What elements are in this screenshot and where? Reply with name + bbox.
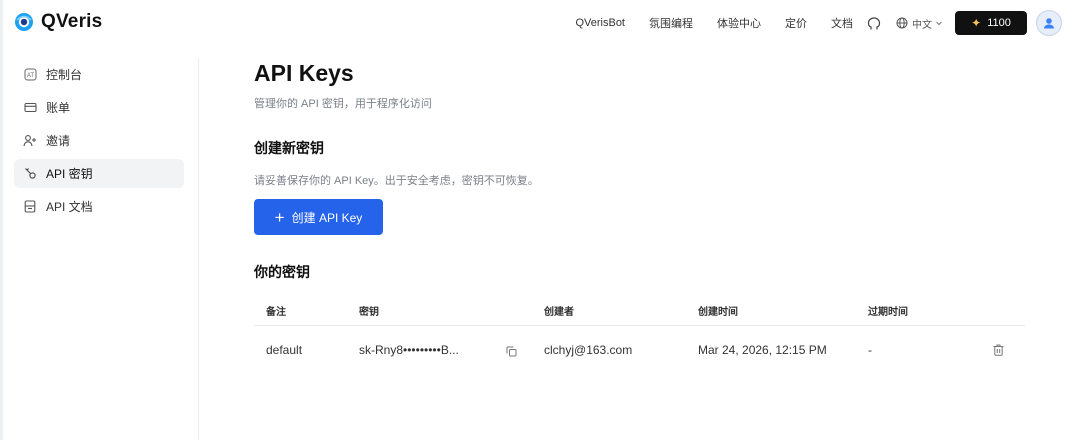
col-header-key: 密钥 xyxy=(359,307,379,318)
col-header-creator: 创建者 xyxy=(544,307,574,318)
page-subtitle: 管理你的 API 密钥，用于程序化访问 xyxy=(254,98,432,110)
create-section-title: 创建新密钥 xyxy=(254,140,324,156)
user-avatar[interactable] xyxy=(1036,10,1062,36)
top-header: QVeris QVerisBot 氛围编程 体验中心 定价 文档 中文 ✦ 11… xyxy=(0,0,1080,46)
col-header-note: 备注 xyxy=(266,307,286,318)
sidebar-item-billing[interactable]: 账单 xyxy=(14,93,184,122)
sidebar-item-label: 控制台 xyxy=(46,68,83,82)
user-plus-icon xyxy=(23,134,37,148)
sidebar-item-label: API 密钥 xyxy=(46,167,93,181)
create-api-key-button[interactable]: + 创建 API Key xyxy=(254,199,383,235)
sparkle-icon: ✦ xyxy=(971,16,982,30)
credits-count: 1100 xyxy=(987,17,1011,29)
logo-icon xyxy=(15,13,33,31)
sidebar-item-api-keys[interactable]: API 密钥 xyxy=(14,159,184,188)
create-section-desc: 请妥善保存你的 API Key。出于安全考虑，密钥不可恢复。 xyxy=(254,175,539,187)
nav-playground[interactable]: 体验中心 xyxy=(717,15,761,31)
sidebar-item-dashboard[interactable]: AT 控制台 xyxy=(14,60,184,89)
cell-creator: clchyj@163.com xyxy=(544,343,633,357)
nav-vibe-coding[interactable]: 氛围编程 xyxy=(649,15,693,31)
plus-icon: + xyxy=(274,207,285,227)
doc-icon xyxy=(23,200,37,214)
cell-expires: - xyxy=(868,343,872,357)
dashboard-icon: AT xyxy=(23,68,37,82)
nav-docs[interactable]: 文档 xyxy=(831,15,853,31)
cell-note: default xyxy=(266,343,303,357)
col-header-expires: 过期时间 xyxy=(868,307,908,318)
copy-icon[interactable] xyxy=(506,344,517,362)
credits-button[interactable]: ✦ 1100 xyxy=(955,11,1027,35)
nav-pricing[interactable]: 定价 xyxy=(785,15,807,31)
language-label: 中文 xyxy=(912,19,932,31)
brand-name: QVeris xyxy=(41,11,103,32)
nav-qverisbot[interactable]: QVerisBot xyxy=(575,17,625,29)
sidebar: AT 控制台 账单 邀请 API 密钥 API 文档 xyxy=(0,58,199,440)
table-header: 备注 密钥 创建者 创建时间 过期时间 xyxy=(254,292,1025,326)
sidebar-item-label: 邀请 xyxy=(46,134,71,148)
keys-section-title: 你的密钥 xyxy=(254,264,310,280)
col-header-created: 创建时间 xyxy=(698,307,738,318)
sidebar-item-label: API 文档 xyxy=(46,200,93,214)
create-button-label: 创建 API Key xyxy=(291,210,363,225)
globe-icon xyxy=(896,17,908,29)
cell-created: Mar 24, 2026, 12:15 PM xyxy=(698,343,827,357)
table-row: default sk-Rny8•••••••••B... clchyj@163.… xyxy=(254,326,1025,374)
trash-icon[interactable] xyxy=(993,343,1004,361)
svg-text:AT: AT xyxy=(26,73,34,79)
key-icon xyxy=(23,167,37,181)
sidebar-item-api-docs[interactable]: API 文档 xyxy=(14,192,184,221)
cell-key: sk-Rny8•••••••••B... xyxy=(359,343,459,357)
brand-logo[interactable]: QVeris xyxy=(14,11,102,33)
sidebar-item-label: 账单 xyxy=(46,101,71,115)
github-icon[interactable] xyxy=(867,16,881,31)
chevron-down-icon xyxy=(936,21,942,26)
user-icon xyxy=(1043,18,1055,29)
card-icon xyxy=(23,101,37,115)
page-title: API Keys xyxy=(254,60,354,86)
top-nav: QVerisBot 氛围编程 体验中心 定价 文档 中文 ✦ 1100 xyxy=(575,0,1080,46)
sidebar-item-invite[interactable]: 邀请 xyxy=(14,126,184,155)
language-selector[interactable]: 中文 xyxy=(896,16,943,31)
api-keys-table: 备注 密钥 创建者 创建时间 过期时间 default sk-Rny8•••••… xyxy=(254,292,1025,374)
